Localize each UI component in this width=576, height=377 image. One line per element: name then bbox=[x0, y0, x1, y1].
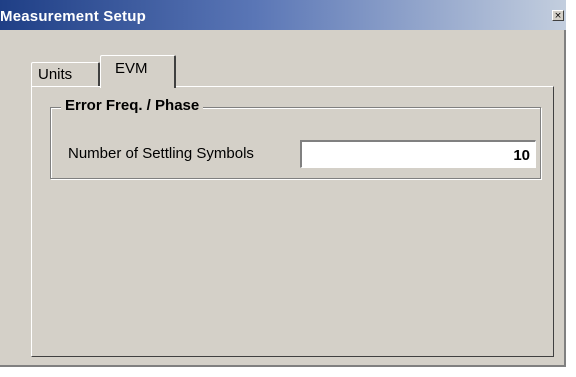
settling-symbols-label: Number of Settling Symbols bbox=[68, 145, 254, 162]
close-button[interactable]: × bbox=[552, 10, 564, 21]
tab-evm[interactable]: EVM bbox=[100, 55, 176, 88]
title-bar[interactable]: Measurement Setup × bbox=[0, 0, 566, 30]
tab-units[interactable]: Units bbox=[31, 62, 100, 86]
settling-symbols-input[interactable] bbox=[300, 140, 536, 168]
group-title: Error Freq. / Phase bbox=[61, 97, 204, 114]
tab-evm-label: EVM bbox=[115, 60, 148, 77]
tab-units-label: Units bbox=[38, 66, 73, 83]
error-freq-phase-group: Error Freq. / Phase Number of Settling S… bbox=[50, 97, 541, 179]
window-title: Measurement Setup bbox=[0, 8, 146, 25]
close-icon: × bbox=[554, 11, 562, 21]
measurement-setup-dialog: Measurement Setup × Units EVM Error Freq… bbox=[0, 0, 566, 367]
evm-tab-panel: Error Freq. / Phase Number of Settling S… bbox=[31, 86, 554, 357]
